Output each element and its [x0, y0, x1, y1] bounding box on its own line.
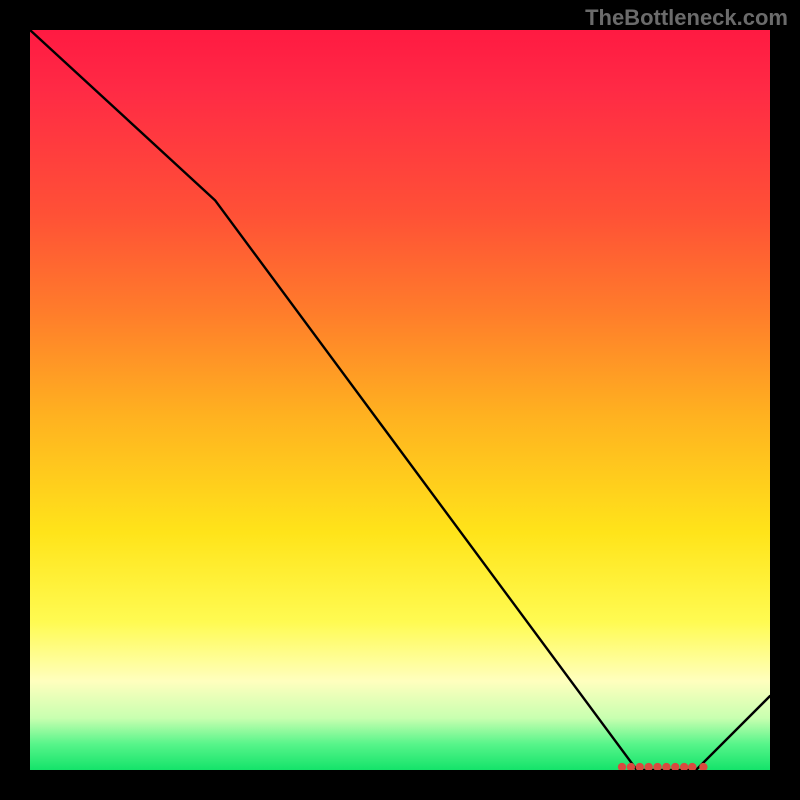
optimal-marker — [688, 763, 696, 770]
optimal-marker — [627, 763, 635, 770]
chart-svg — [30, 30, 770, 770]
optimal-marker — [618, 763, 626, 770]
bottleneck-curve-path — [30, 30, 770, 770]
optimal-marker — [662, 763, 670, 770]
chart-container: TheBottleneck.com — [0, 0, 800, 800]
optimal-marker — [671, 763, 679, 770]
optimal-marker — [680, 763, 688, 770]
optimal-markers-group — [618, 763, 708, 770]
plot-area — [30, 30, 770, 770]
watermark-text: TheBottleneck.com — [585, 5, 788, 31]
optimal-marker — [636, 763, 644, 770]
optimal-marker — [653, 763, 661, 770]
optimal-marker — [644, 763, 652, 770]
